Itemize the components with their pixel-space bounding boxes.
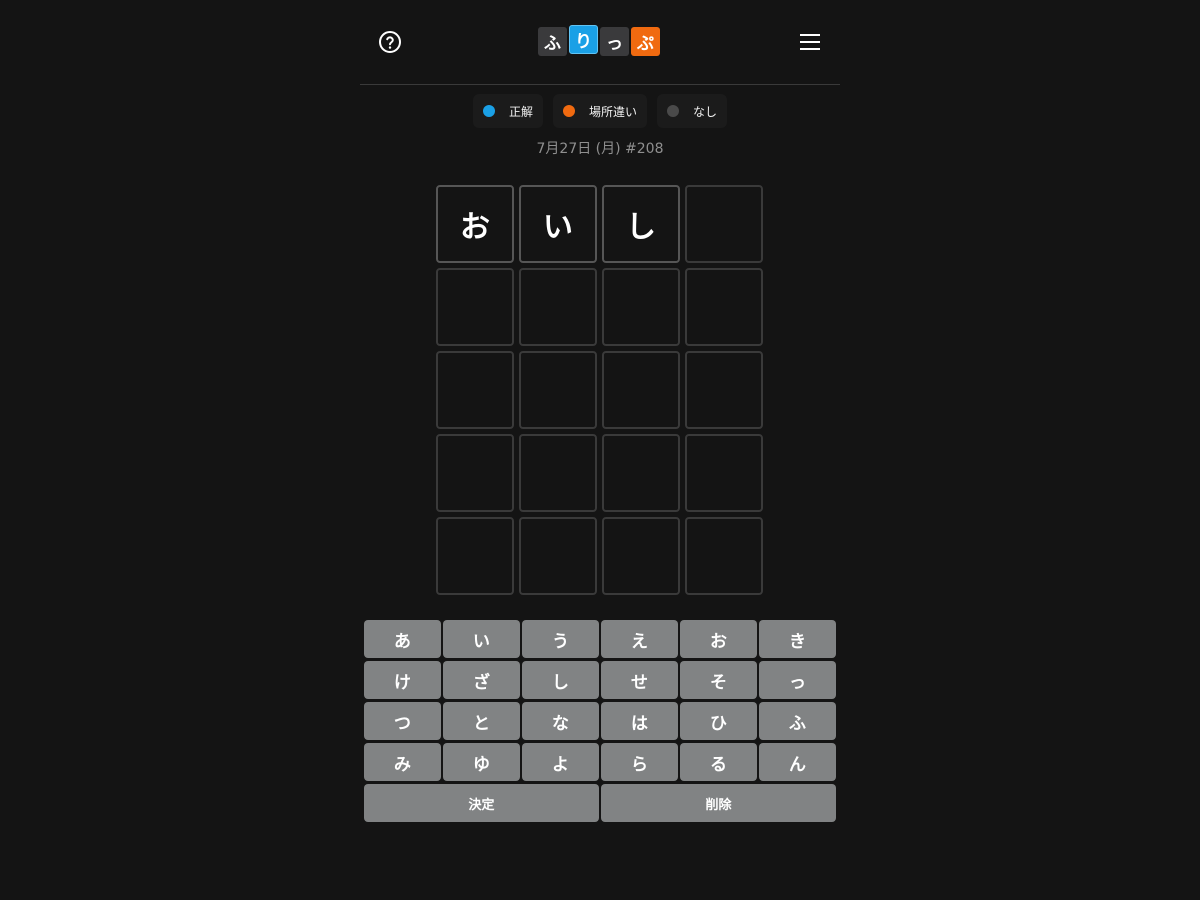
question-circle-icon — [379, 31, 401, 53]
key[interactable]: ふ — [759, 702, 836, 740]
board-cell: お — [436, 185, 514, 263]
board-cell: し — [602, 185, 680, 263]
board-cell — [519, 517, 597, 595]
delete-key[interactable]: 削除 — [601, 784, 836, 822]
legend-label: なし — [693, 104, 718, 119]
legend: 正解 場所違い なし — [0, 94, 1200, 128]
legend-label: 場所違い — [588, 104, 637, 119]
legend-item-correct: 正解 — [472, 94, 543, 128]
logo-tile: ふ — [538, 27, 567, 56]
hamburger-menu-icon — [800, 34, 820, 50]
keyboard: あいうえおきけざしせそっつとなはひふみゆよらるん決定 削除 — [364, 620, 836, 822]
legend-item-present: 場所違い — [552, 94, 647, 128]
enter-key[interactable]: 決定 — [364, 784, 599, 822]
board-cell — [602, 517, 680, 595]
board-cell — [685, 185, 763, 263]
key[interactable]: い — [443, 620, 520, 658]
board-cell — [602, 268, 680, 346]
key[interactable]: る — [680, 743, 757, 781]
key[interactable]: っ — [759, 661, 836, 699]
board-cell — [685, 517, 763, 595]
legend-item-absent: なし — [657, 94, 728, 128]
menu-button[interactable] — [798, 32, 822, 52]
key[interactable]: ゆ — [443, 743, 520, 781]
legend-dot — [482, 105, 495, 117]
key[interactable]: な — [522, 702, 599, 740]
key[interactable]: う — [522, 620, 599, 658]
key[interactable]: ん — [759, 743, 836, 781]
key[interactable]: は — [601, 702, 678, 740]
key[interactable]: ら — [601, 743, 678, 781]
logo: ふ り っ ぷ — [538, 25, 660, 56]
key[interactable]: ひ — [680, 702, 757, 740]
board-cell — [436, 351, 514, 429]
puzzle-date: 7月27日 (月) #208 — [536, 141, 664, 157]
game-board: おいし — [436, 185, 763, 595]
key[interactable]: し — [522, 661, 599, 699]
logo-tile: っ — [600, 27, 629, 56]
key[interactable]: と — [443, 702, 520, 740]
board-cell — [685, 268, 763, 346]
board-cell — [436, 434, 514, 512]
header: ふ り っ ぷ — [360, 0, 840, 85]
key[interactable]: け — [364, 661, 441, 699]
board-cell — [519, 434, 597, 512]
board-cell — [436, 268, 514, 346]
key[interactable]: せ — [601, 661, 678, 699]
key[interactable]: あ — [364, 620, 441, 658]
key[interactable]: お — [680, 620, 757, 658]
board-cell — [685, 434, 763, 512]
board-cell: い — [519, 185, 597, 263]
key[interactable]: よ — [522, 743, 599, 781]
key[interactable]: そ — [680, 661, 757, 699]
key[interactable]: ざ — [443, 661, 520, 699]
legend-dot — [562, 105, 575, 117]
board-cell — [602, 351, 680, 429]
legend-label: 正解 — [508, 104, 533, 119]
app-root: ふ り っ ぷ 正解 場所違い なし 7月27日 (月) #208 おいし あ … — [0, 0, 1200, 900]
board-cell — [519, 268, 597, 346]
logo-tile: ぷ — [631, 27, 660, 56]
board-cell — [519, 351, 597, 429]
board-cell — [685, 351, 763, 429]
legend-dot — [667, 105, 679, 117]
board-cell — [602, 434, 680, 512]
key[interactable]: み — [364, 743, 441, 781]
key[interactable]: つ — [364, 702, 441, 740]
help-button[interactable] — [378, 30, 402, 54]
board-cell — [436, 517, 514, 595]
logo-tile: り — [569, 25, 598, 54]
key[interactable]: え — [601, 620, 678, 658]
key[interactable]: き — [759, 620, 836, 658]
